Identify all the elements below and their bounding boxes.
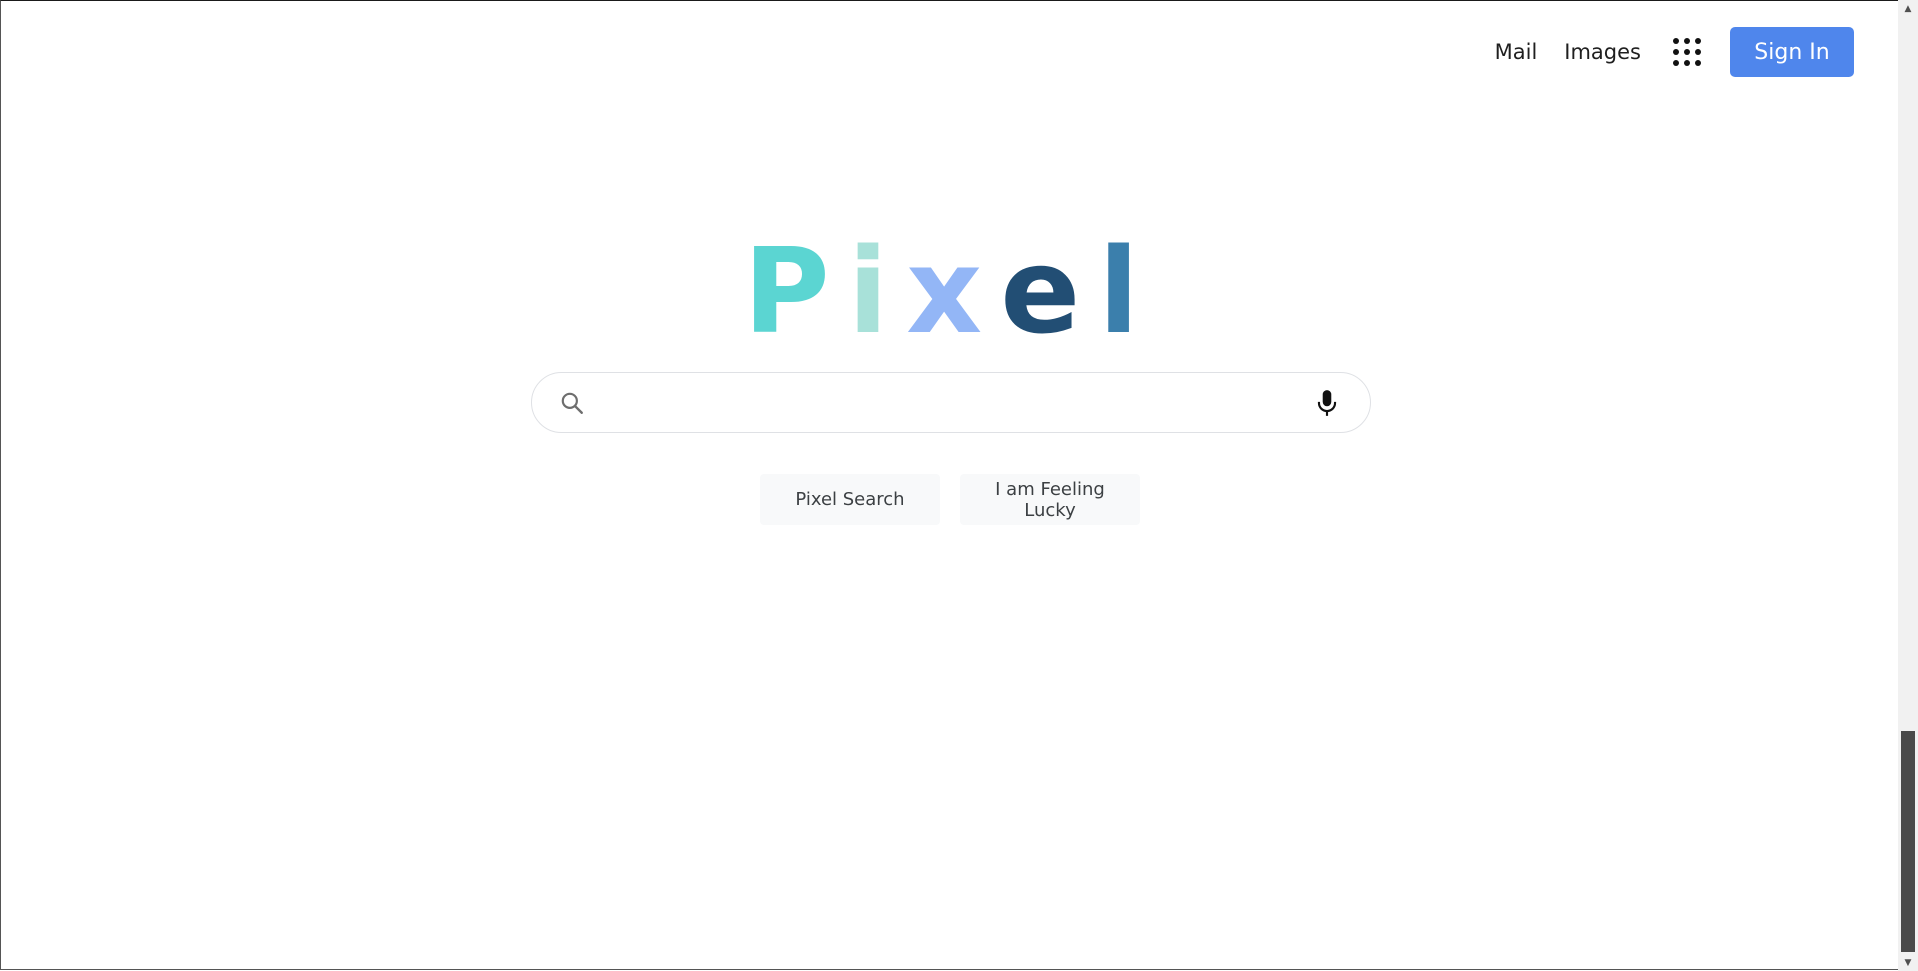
sign-in-button[interactable]: Sign In — [1730, 27, 1854, 77]
scroll-up-arrow-icon[interactable]: ▲ — [1898, 0, 1918, 17]
search-input[interactable] — [597, 381, 1314, 424]
search-bar[interactable] — [531, 372, 1371, 433]
search-buttons: Pixel Search I am Feeling Lucky — [1, 474, 1899, 525]
feeling-lucky-button[interactable]: I am Feeling Lucky — [960, 474, 1140, 525]
vertical-scrollbar[interactable]: ▲ ▼ — [1898, 0, 1918, 971]
logo-letter: i — [847, 222, 907, 360]
logo-letter: l — [1098, 222, 1157, 360]
logo-letter: e — [1000, 222, 1099, 360]
scrollbar-thumb[interactable] — [1901, 731, 1915, 952]
pixel-logo: Pixel — [1, 231, 1899, 351]
logo-letter: P — [743, 222, 848, 360]
images-link[interactable]: Images — [1564, 40, 1641, 64]
apps-grid-icon[interactable] — [1673, 38, 1701, 66]
microphone-icon[interactable] — [1314, 388, 1340, 418]
scroll-down-arrow-icon[interactable]: ▼ — [1898, 954, 1918, 971]
page: Mail Images Sign In Pixel Pixel Search I… — [0, 0, 1898, 970]
top-navigation: Mail Images Sign In — [1495, 27, 1854, 77]
pixel-search-button[interactable]: Pixel Search — [760, 474, 940, 525]
search-icon — [561, 392, 583, 414]
mail-link[interactable]: Mail — [1495, 40, 1538, 64]
logo-letter: x — [906, 222, 1001, 360]
